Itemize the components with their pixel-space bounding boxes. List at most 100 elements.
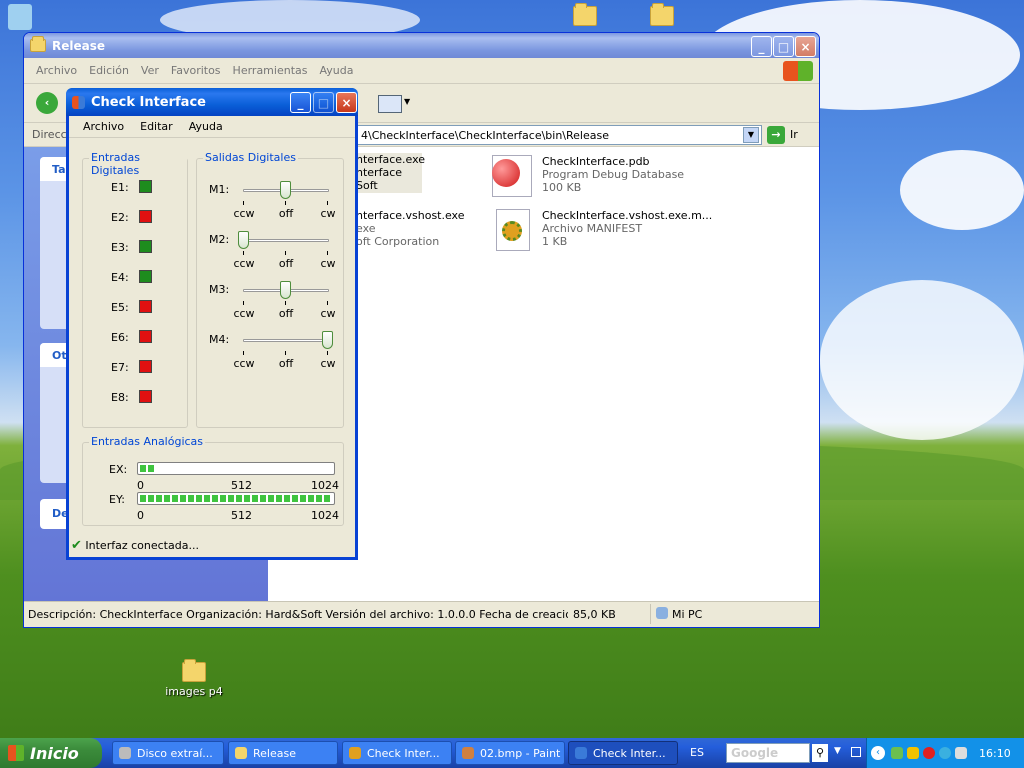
minimize-button[interactable]: _ (290, 92, 311, 113)
slider-tick-label: ccw (233, 307, 255, 320)
check-status: ✔ Interfaz conectada... (71, 538, 199, 553)
slider-tick-label: ccw (233, 207, 255, 220)
file-info: 1 KB (542, 235, 568, 248)
progress-segment (316, 495, 322, 502)
motor-slider-thumb[interactable] (322, 331, 333, 349)
menu-editar[interactable]: Editar (132, 120, 181, 133)
slider-tick (243, 351, 244, 355)
address-dropdown-button[interactable]: ▼ (743, 127, 759, 143)
paint-icon (462, 747, 474, 759)
file-item[interactable]: nterface.exe nterface Soft (356, 153, 426, 193)
file-item[interactable]: CheckInterface.vshost.exe.m... Archivo M… (492, 207, 732, 253)
digital-input-label: E1: (111, 181, 129, 194)
folder-icon (30, 36, 46, 52)
digital-input-led (139, 390, 152, 403)
close-button[interactable]: × (336, 92, 357, 113)
digital-input-led (139, 330, 152, 343)
analog-scale-label: 1024 (311, 509, 339, 522)
digital-input-led (139, 270, 152, 283)
chevron-down-icon[interactable]: ▼ (404, 97, 410, 106)
file-item[interactable]: nterface.vshost.exe exe oft Corporation (356, 209, 476, 249)
back-arrow-icon[interactable]: ‹ (36, 92, 58, 114)
menu-archivo[interactable]: Archivo (30, 64, 83, 77)
taskbar-item[interactable]: 02.bmp - Paint (455, 741, 565, 765)
desktop-icon-recycle[interactable] (0, 4, 40, 33)
desktop-folder-2[interactable] (622, 3, 702, 29)
menu-edicion[interactable]: Edición (83, 64, 135, 77)
minimize-button[interactable]: _ (751, 36, 772, 57)
desktop-folder-1[interactable] (545, 3, 625, 29)
taskbar-item[interactable]: Check Inter... (568, 741, 678, 765)
show-desktop-icon[interactable] (851, 747, 861, 757)
windows-logo-icon (783, 61, 813, 81)
browser-icon[interactable] (939, 747, 951, 759)
address-input[interactable]: 4\CheckInterface\CheckInterface\bin\Rele… (356, 125, 762, 145)
slider-tick-label: cw (320, 307, 336, 320)
motor-slider-track[interactable] (243, 239, 329, 242)
progress-segment (164, 495, 170, 502)
progress-segment (140, 495, 146, 502)
drive-icon (119, 747, 131, 759)
digital-input-led (139, 210, 152, 223)
progress-segment (260, 495, 266, 502)
motor-slider-thumb[interactable] (280, 281, 291, 299)
menu-ayuda[interactable]: Ayuda (181, 120, 231, 133)
slider-tick (327, 351, 328, 355)
views-icon[interactable] (378, 95, 402, 113)
taskbar-item[interactable]: Check Inter... (342, 741, 452, 765)
volume-icon[interactable] (955, 747, 967, 759)
digital-inputs-title: Entradas Digitales (89, 151, 187, 177)
progress-segment (300, 495, 306, 502)
file-info: 100 KB (542, 181, 582, 194)
digital-input-led (139, 360, 152, 373)
folder-icon (182, 659, 206, 682)
motor-slider-track[interactable] (243, 339, 329, 342)
motor-slider-thumb[interactable] (280, 181, 291, 199)
progress-segment (220, 495, 226, 502)
menu-favoritos[interactable]: Favoritos (165, 64, 227, 77)
file-name: nterface.exe (356, 153, 426, 166)
clock[interactable]: 16:10 (979, 747, 1011, 760)
digital-input-led (139, 180, 152, 193)
analog-scale-label: 512 (231, 479, 252, 492)
explorer-title: Release (52, 38, 106, 53)
taskbar-item[interactable]: Disco extraí... (112, 741, 224, 765)
progress-segment (308, 495, 314, 502)
check-titlebar[interactable]: Check Interface _ □ × (66, 88, 358, 116)
menu-ver[interactable]: Ver (135, 64, 165, 77)
explorer-menubar: Archivo Edición Ver Favoritos Herramient… (24, 58, 819, 84)
progress-segment (180, 495, 186, 502)
maximize-button[interactable]: □ (773, 36, 794, 57)
file-item[interactable]: CheckInterface.pdb Program Debug Databas… (492, 153, 712, 199)
search-icon[interactable]: ⚲ (812, 744, 828, 762)
menu-ayuda[interactable]: Ayuda (313, 64, 359, 77)
maximize-button[interactable]: □ (313, 92, 334, 113)
desktop-icon-label: images p4 (165, 685, 223, 698)
slider-tick-label: off (278, 207, 294, 220)
slider-tick-label: cw (320, 207, 336, 220)
motor-slider-thumb[interactable] (238, 231, 249, 249)
go-arrow-icon[interactable]: → (767, 126, 785, 144)
language-indicator[interactable]: ES (690, 746, 704, 759)
progress-segment (284, 495, 290, 502)
status-location: Mi PC (672, 608, 703, 621)
expand-tray-icon[interactable]: ‹ (871, 746, 885, 760)
antivirus-icon[interactable] (923, 747, 935, 759)
motor-label: M3: (209, 283, 230, 296)
taskbar-item[interactable]: Release (228, 741, 338, 765)
go-button[interactable]: Ir (790, 128, 798, 141)
menu-archivo[interactable]: Archivo (75, 120, 132, 133)
desktop-folder-images-p4[interactable]: images p4 (154, 659, 234, 698)
explorer-titlebar[interactable]: Release _ □ × (24, 33, 819, 58)
chevron-down-icon[interactable]: ▼ (834, 746, 841, 756)
digital-input-label: E7: (111, 361, 129, 374)
progress-segment (212, 495, 218, 502)
security-shield-icon[interactable] (907, 747, 919, 759)
recycle-bin-icon (8, 4, 32, 30)
digital-input-label: E2: (111, 211, 129, 224)
menu-herramientas[interactable]: Herramientas (227, 64, 314, 77)
start-button[interactable]: Inicio (0, 738, 102, 768)
network-icon[interactable] (891, 747, 903, 759)
search-input[interactable]: Google (726, 743, 810, 763)
close-button[interactable]: × (795, 36, 816, 57)
